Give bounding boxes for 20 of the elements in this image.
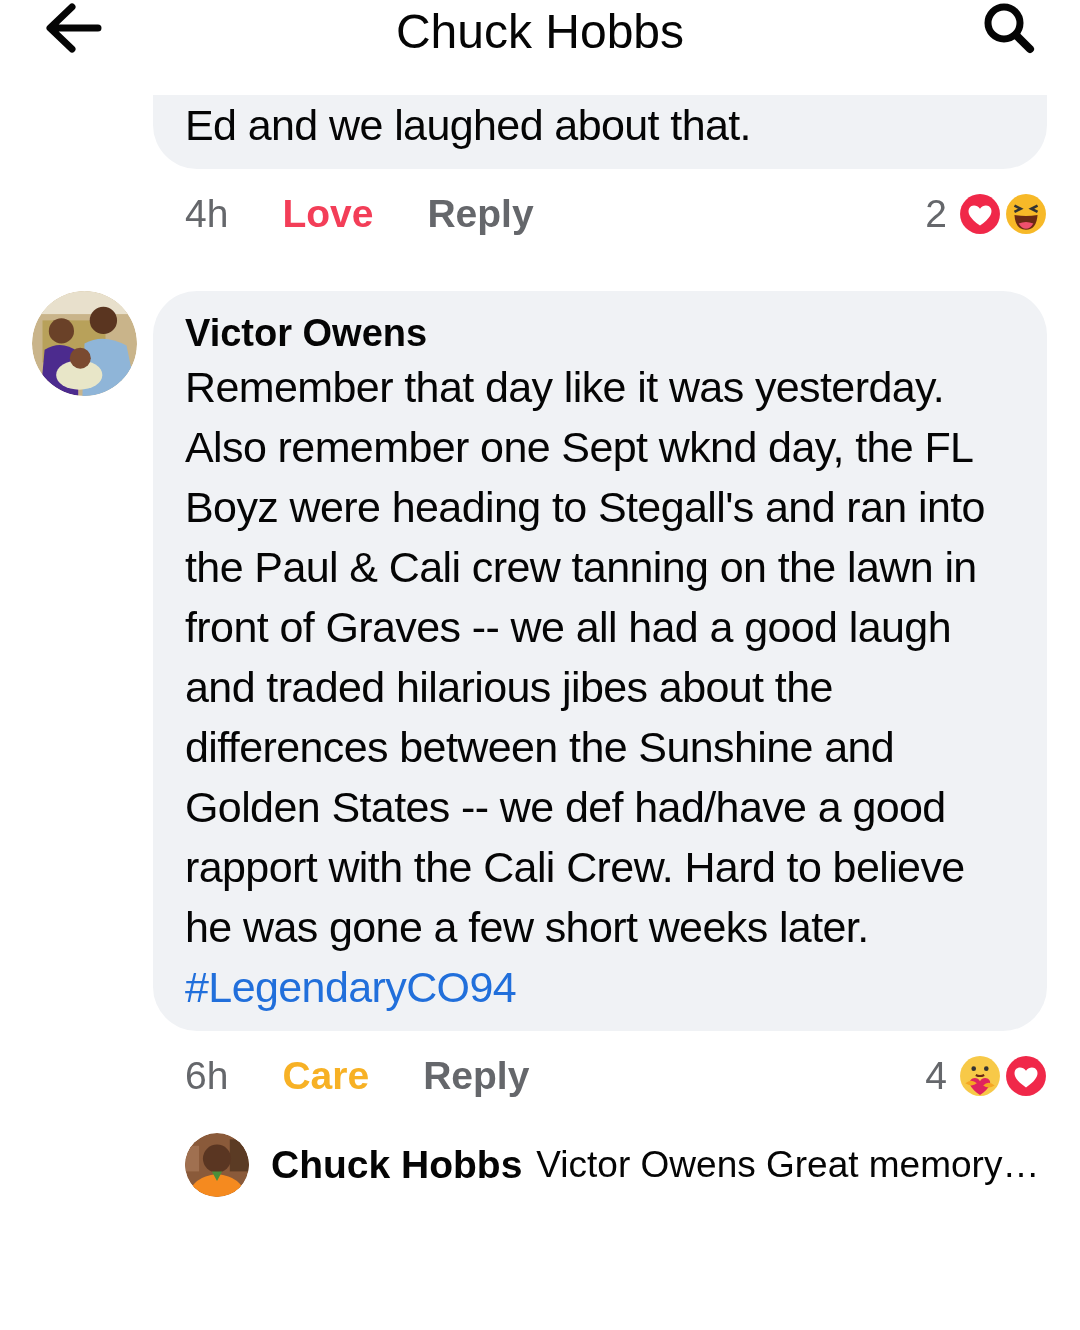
reply-preview-text[interactable]: Victor Owens Great memory… <box>536 1144 1040 1186</box>
heart-reaction-icon <box>1005 1055 1047 1097</box>
heart-reaction-icon <box>959 193 1001 235</box>
comment-time: 4h <box>185 192 229 236</box>
comment-text: Remember that day like it was yesterday. Also remember one Sept wknd day, the FL Boyz were heading to Stegall's and ran into the Paul & Cali crew tanning on the lawn in front of Graves -- we all had a good laugh and traded hilarious jibes about the differences between the Sunshine and Golden States -- we def had/have a good rapport with the Cali Crew. Hard to believe he was gone a few short weeks later. #LegendaryCO94 <box>185 362 986 1013</box>
commenter-name[interactable]: Victor Owens <box>185 309 428 357</box>
comment-time: 6h <box>185 1054 229 1098</box>
reply-author[interactable]: Chuck Hobbs <box>271 1143 523 1187</box>
reaction-count: 4 <box>925 1054 947 1098</box>
reaction-count: 2 <box>925 192 947 236</box>
reply-button[interactable]: Reply <box>423 1054 530 1098</box>
page-title: Chuck Hobbs <box>395 5 685 58</box>
back-arrow-icon <box>44 1 102 54</box>
reaction-button[interactable]: Love <box>282 192 374 236</box>
hashtag-link[interactable]: #LegendaryCO94 <box>185 963 517 1011</box>
comment-text: Ed and we laughed about that. <box>185 100 752 151</box>
reply-button[interactable]: Reply <box>427 192 534 236</box>
laughing-emoji-icon <box>1005 193 1047 235</box>
hugging-heart-emoji-icon <box>959 1055 1001 1097</box>
back-button[interactable] <box>44 1 102 54</box>
